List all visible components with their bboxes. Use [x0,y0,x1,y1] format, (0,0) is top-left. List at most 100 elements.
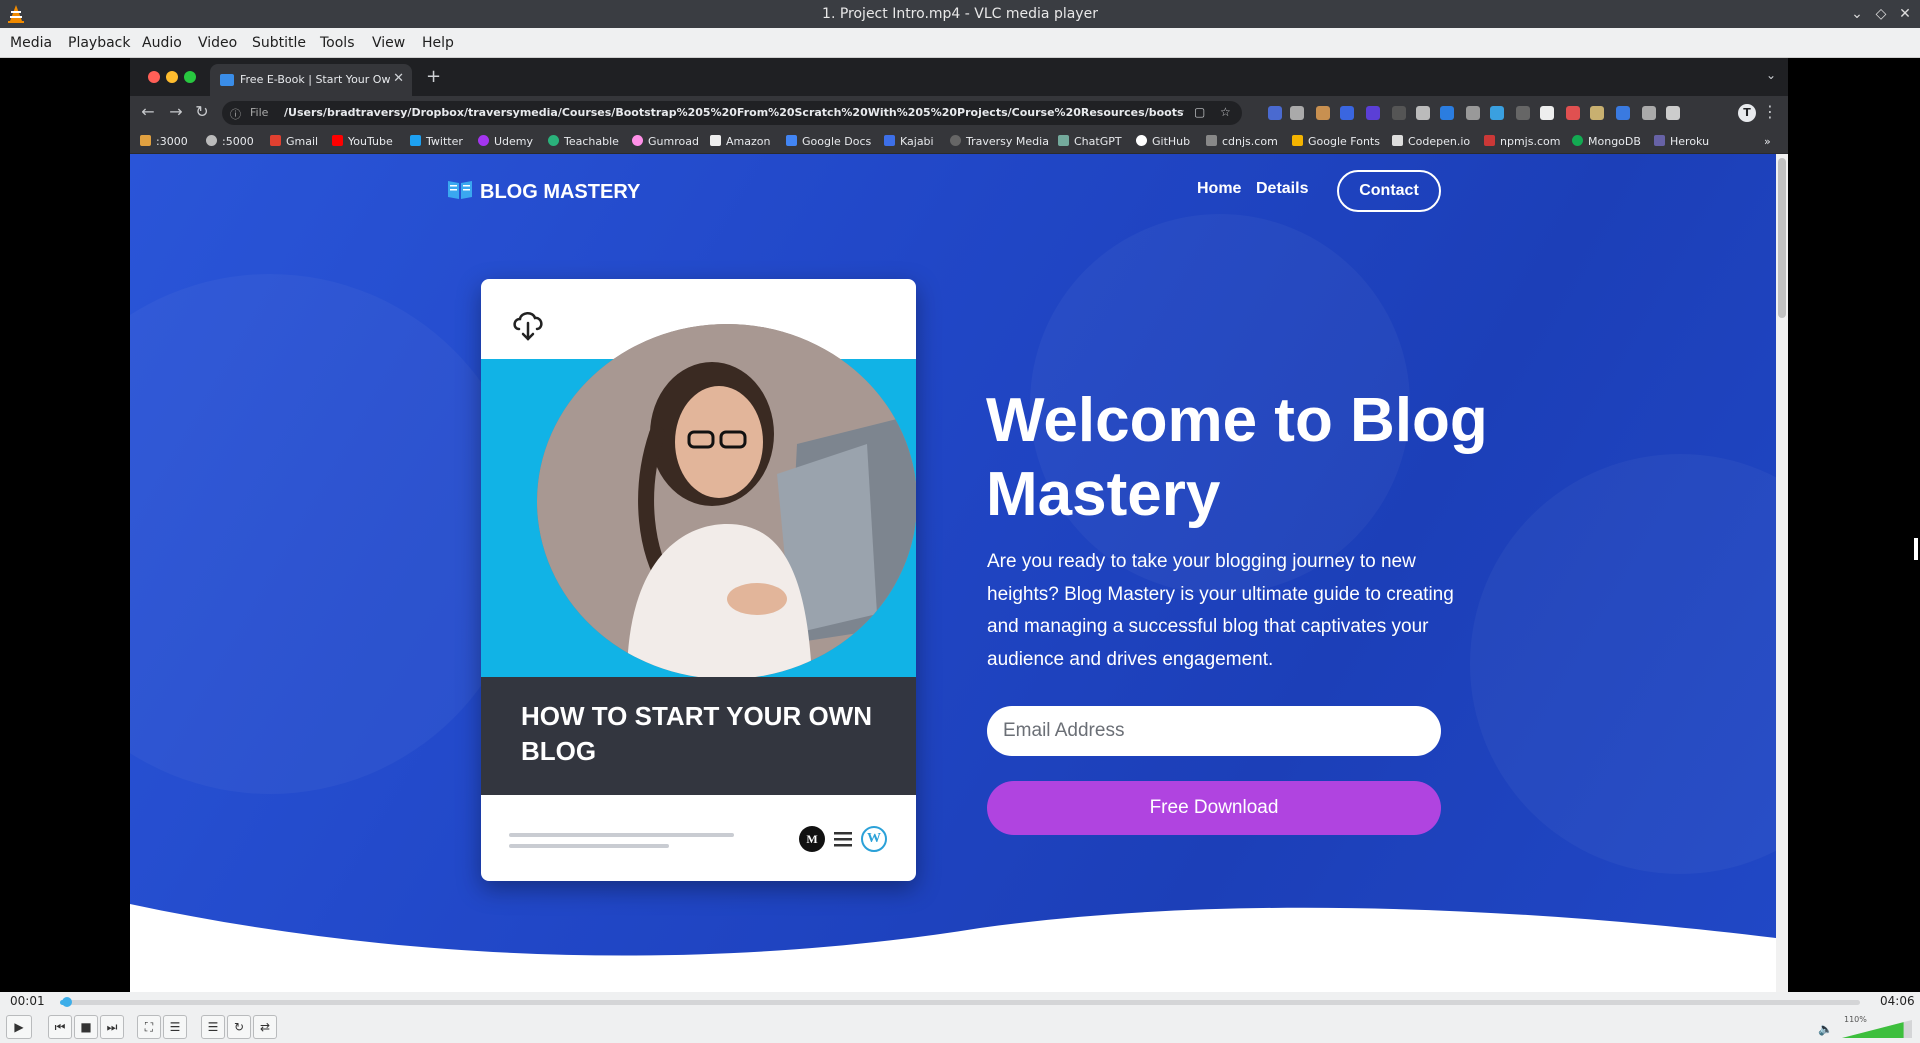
extension-icon [1566,106,1580,120]
extension-icon [1440,106,1454,120]
close-dot-icon [148,71,160,83]
playlist-button[interactable]: ☰ [201,1015,225,1039]
bottom-wave-shape [130,904,1776,992]
bookmark-item: Codepen.io [1392,135,1470,148]
extension-icon [1316,106,1330,120]
open-book-icon [448,181,472,199]
udemy-watermark: Udemy [1722,958,1773,975]
new-tab-icon: + [426,66,442,87]
bookmark-item: Kajabi [884,135,934,148]
extended-settings-button[interactable]: ☰ [163,1015,187,1039]
bookmark-item: Teachable [548,135,619,148]
chatgpt-icon [1058,135,1069,146]
url-scheme: File [250,106,269,119]
photo-illustration [537,324,916,679]
bookmark-item: Traversy Media [950,135,1049,148]
teachable-icon [548,135,559,146]
bookmark-star-icon: ☆ [1220,105,1231,119]
scrollbar-thumb[interactable] [1778,158,1786,318]
codepen-icon [1392,135,1403,146]
minimize-button[interactable]: ⌄ [1846,3,1868,25]
zoom-dot-icon [184,71,196,83]
bookmark-item: Google Docs [786,135,871,148]
menu-audio[interactable]: Audio [140,28,184,58]
total-time: 04:06 [1880,994,1915,1008]
address-bar: ⓘ File /Users/bradtraversy/Dropbox/trave… [222,101,1242,125]
extension-icon [1366,106,1380,120]
stop-button[interactable]: ■ [74,1015,98,1039]
back-icon: ← [141,102,155,121]
youtube-icon [332,135,343,146]
extension-icon [1392,106,1406,120]
volume-percent: 110% [1844,1015,1867,1024]
extension-icon [1540,106,1554,120]
video-area[interactable]: Free E-Book | Start Your Own E ✕ + ⌄ ← →… [0,58,1920,992]
play-button[interactable]: ▶ [6,1015,32,1039]
seek-handle[interactable] [62,997,73,1007]
extension-icon [1290,106,1304,120]
menu-subtitle[interactable]: Subtitle [250,28,308,58]
extension-icon [1416,106,1430,120]
shuffle-button[interactable]: ⇄ [253,1015,277,1039]
seek-slider[interactable] [60,997,1860,1007]
menu-playback[interactable]: Playback [66,28,132,58]
info-icon: ⓘ [230,108,241,121]
vlc-title-bar: 1. Project Intro.mp4 - VLC media player … [0,0,1920,28]
extension-icon [1490,106,1504,120]
next-button[interactable]: ⏭ [100,1015,124,1039]
github-icon [1136,135,1147,146]
decorative-line [509,844,669,848]
kebab-menu-icon: ⋮ [1762,102,1778,121]
ebook-cover: HOW TO START YOUR OWN BLOG M W [481,279,916,881]
npm-icon [1484,135,1495,146]
elapsed-time: 00:01 [10,994,45,1008]
gmail-icon [270,135,281,146]
background-shape [130,274,530,794]
free-download-button[interactable]: Free Download [987,781,1441,835]
loop-button[interactable]: ↻ [227,1015,251,1039]
menu-video[interactable]: Video [196,28,239,58]
udemy-icon [478,135,489,146]
woman-with-laptop-photo [537,324,916,679]
speaker-icon[interactable]: 🔈 [1818,1022,1833,1036]
bookmark-item: npmjs.com [1484,135,1560,148]
bookmark-item: Twitter [410,135,463,148]
mouse-cursor-icon [1914,538,1918,560]
close-window-button[interactable]: ✕ [1894,3,1916,25]
menu-tools[interactable]: Tools [318,28,357,58]
list-menu-icon [834,832,852,847]
player-controls: ▶ ⏮ ■ ⏭ ⛶ ☰ ☰ ↻ ⇄ 🔈 110% [0,1012,1920,1043]
maximize-button[interactable]: ◇ [1870,3,1892,25]
cdnjs-icon [1206,135,1217,146]
site-brand: BLOG MASTERY [446,178,640,204]
bookmark-favicon-icon [140,135,151,146]
profile-avatar: T [1738,104,1756,122]
menu-help[interactable]: Help [420,28,456,58]
bookmark-item: Heroku [1654,135,1709,148]
previous-button[interactable]: ⏮ [48,1015,72,1039]
seek-row: 00:01 04:06 [0,992,1920,1012]
browser-window: Free E-Book | Start Your Own E ✕ + ⌄ ← →… [130,58,1788,992]
nav-home-link[interactable]: Home [1197,180,1241,198]
bookmark-item: GitHub [1136,135,1190,148]
volume-level [1842,1022,1904,1038]
contact-button[interactable]: Contact [1337,170,1441,212]
tab-favicon-icon [220,74,234,86]
ebook-title: HOW TO START YOUR OWN BLOG [521,701,872,766]
bookmarks-bar: :3000 :5000 Gmail YouTube Twitter Udemy … [130,130,1788,154]
more-bookmarks-icon: » [1764,135,1771,148]
google-docs-icon [786,135,797,146]
nav-details-link[interactable]: Details [1256,180,1308,198]
cloud-download-icon [513,312,543,341]
extension-icon [1268,106,1282,120]
bookmark-item: cdnjs.com [1206,135,1278,148]
email-input[interactable] [987,706,1441,756]
bookmark-item: :5000 [206,135,254,148]
fullscreen-button[interactable]: ⛶ [137,1015,161,1039]
page-scrollbar[interactable] [1776,154,1788,992]
bookmark-item: YouTube [332,135,393,148]
menu-media[interactable]: Media [8,28,54,58]
tab-search-chevron-icon: ⌄ [1765,68,1776,82]
menu-view[interactable]: View [370,28,407,58]
hero-heading: Welcome to Blog Mastery [986,386,1488,529]
